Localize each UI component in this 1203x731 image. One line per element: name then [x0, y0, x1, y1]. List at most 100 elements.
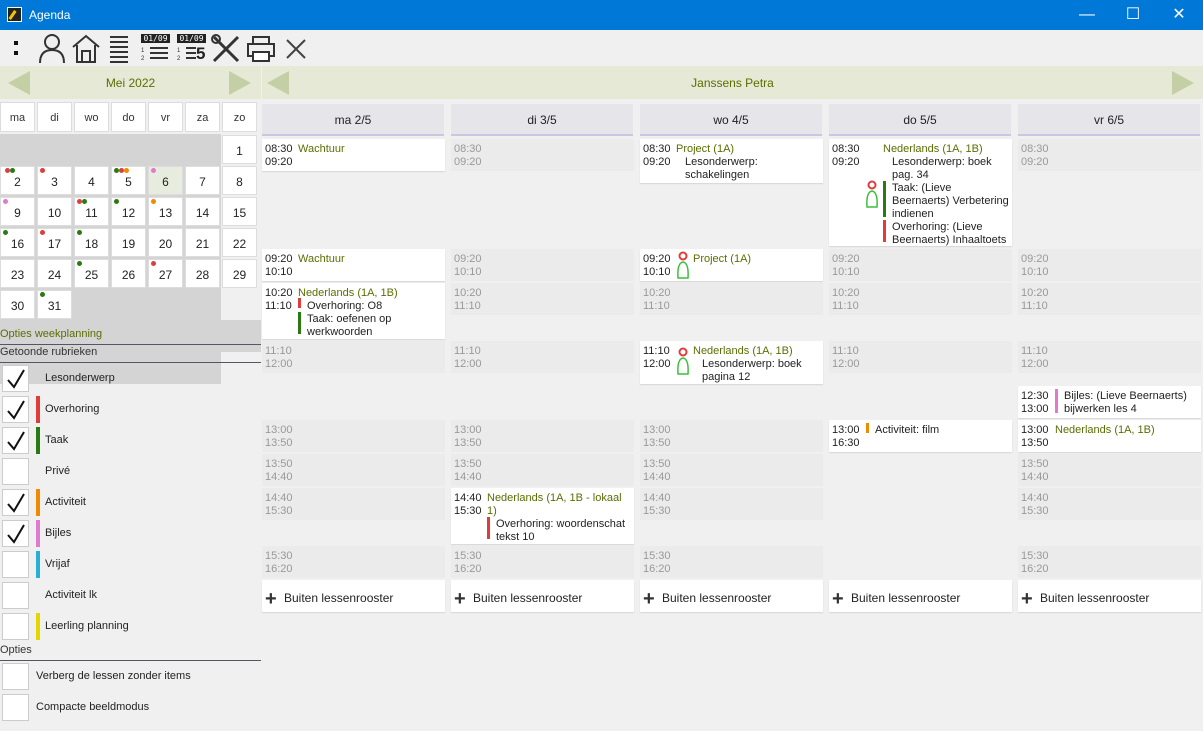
- calendar-day[interactable]: 4: [74, 166, 109, 195]
- calendar-day[interactable]: 1: [222, 135, 257, 164]
- close-icon[interactable]: [282, 33, 314, 63]
- next-week-button[interactable]: [1172, 71, 1194, 95]
- empty-slot[interactable]: 15:30 16:20: [640, 546, 823, 578]
- outside-schedule-button[interactable]: + Buiten lessenrooster: [262, 580, 445, 612]
- empty-slot[interactable]: 09:20 10:10: [451, 249, 634, 281]
- option-checkbox[interactable]: [2, 694, 29, 721]
- option-row-hide-empty[interactable]: Verberg de lessen zonder items: [0, 661, 261, 692]
- lesson-slot[interactable]: 14:40 15:30 Nederlands (1A, 1B - lokaal …: [451, 488, 634, 544]
- empty-slot[interactable]: 15:30 16:20: [262, 546, 445, 578]
- calendar-day-selected[interactable]: 6: [148, 166, 183, 195]
- empty-slot[interactable]: 09:20 10:10: [829, 249, 1012, 281]
- calendar-day[interactable]: 10: [37, 197, 72, 226]
- calendar-day[interactable]: 18: [74, 228, 109, 257]
- empty-slot[interactable]: 10:20 11:10: [1018, 283, 1201, 315]
- home-icon[interactable]: [70, 33, 102, 63]
- empty-slot[interactable]: 13:50 14:40: [262, 454, 445, 486]
- empty-slot[interactable]: 13:50 14:40: [640, 454, 823, 486]
- lesson-slot[interactable]: 10:20 11:10 Nederlands (1A, 1B) Overhori…: [262, 283, 445, 339]
- calendar-day[interactable]: 15: [222, 197, 257, 226]
- lesson-slot[interactable]: 11:10 12:00 Nederlands (1A, 1B) Lesonder…: [640, 341, 823, 384]
- empty-slot[interactable]: 09:20 10:10: [1018, 249, 1201, 281]
- empty-slot[interactable]: 10:20 11:10: [640, 283, 823, 315]
- category-checkbox[interactable]: [2, 365, 29, 392]
- calendar-day[interactable]: 30: [0, 290, 35, 319]
- lesson-slot[interactable]: 08:30 09:20 Nederlands (1A, 1B) Lesonder…: [829, 139, 1012, 246]
- lesson-slot[interactable]: 09:20 10:10 Project (1A): [640, 249, 823, 281]
- calendar-day[interactable]: 23: [0, 259, 35, 288]
- lesson-slot[interactable]: 08:30 09:20 Project (1A) Lesonderwerp: s…: [640, 139, 823, 183]
- calendar-day[interactable]: 21: [185, 228, 220, 257]
- calendar-day[interactable]: 13: [148, 197, 183, 226]
- calendar-day[interactable]: 22: [222, 228, 257, 257]
- calendar-day[interactable]: 3: [37, 166, 72, 195]
- option-checkbox[interactable]: [2, 663, 29, 690]
- category-checkbox[interactable]: [2, 582, 29, 609]
- category-row-prive[interactable]: Privé: [0, 456, 261, 487]
- empty-slot[interactable]: 13:00 13:50: [640, 420, 823, 452]
- list-icon[interactable]: [104, 33, 136, 63]
- calendar-day[interactable]: 25: [74, 259, 109, 288]
- prev-month-button[interactable]: [8, 71, 30, 95]
- empty-slot[interactable]: 13:00 13:50: [451, 420, 634, 452]
- empty-slot[interactable]: 14:40 15:30: [262, 488, 445, 520]
- lesson-slot[interactable]: 13:00 13:50 Nederlands (1A, 1B): [1018, 420, 1201, 452]
- outside-schedule-button[interactable]: + Buiten lessenrooster: [829, 580, 1012, 612]
- outside-schedule-button[interactable]: + Buiten lessenrooster: [451, 580, 634, 612]
- calendar-day[interactable]: 20: [148, 228, 183, 257]
- lesson-slot[interactable]: 08:30 09:20 Wachtuur: [262, 139, 445, 171]
- empty-slot[interactable]: 11:10 12:00: [829, 341, 1012, 373]
- outside-schedule-button[interactable]: + Buiten lessenrooster: [1018, 580, 1201, 612]
- empty-slot[interactable]: 13:50 14:40: [1018, 454, 1201, 486]
- category-row-taak[interactable]: Taak: [0, 425, 261, 456]
- empty-slot[interactable]: 08:30 09:20: [1018, 139, 1201, 171]
- empty-slot[interactable]: 10:20 11:10: [451, 283, 634, 315]
- calendar-day[interactable]: 31: [37, 290, 72, 319]
- calendar-day[interactable]: 24: [37, 259, 72, 288]
- calendar-day[interactable]: 8: [222, 166, 257, 195]
- option-row-compact[interactable]: Compacte beeldmodus: [0, 692, 261, 723]
- day-list-icon[interactable]: 01/09 12: [140, 33, 172, 63]
- empty-slot[interactable]: 14:40 15:30: [1018, 488, 1201, 520]
- next-month-button[interactable]: [229, 71, 251, 95]
- calendar-day[interactable]: 11: [74, 197, 109, 226]
- calendar-day[interactable]: 12: [111, 197, 146, 226]
- empty-slot[interactable]: 15:30 16:20: [1018, 546, 1201, 578]
- calendar-day[interactable]: 9: [0, 197, 35, 226]
- calendar-day[interactable]: 14: [185, 197, 220, 226]
- calendar-day[interactable]: 26: [111, 259, 146, 288]
- empty-slot[interactable]: 13:50 14:40: [451, 454, 634, 486]
- category-checkbox[interactable]: [2, 551, 29, 578]
- category-row-activiteit-lk[interactable]: Activiteit lk: [0, 580, 261, 611]
- empty-slot[interactable]: 14:40 15:30: [640, 488, 823, 520]
- prev-week-button[interactable]: [267, 71, 289, 95]
- category-checkbox[interactable]: [2, 458, 29, 485]
- tutoring-slot[interactable]: 12:30 13:00 Bijles: (Lieve Beernaerts) b…: [1018, 386, 1201, 418]
- empty-slot[interactable]: 11:10 12:00: [451, 341, 634, 373]
- calendar-day[interactable]: 29: [222, 259, 257, 288]
- calendar-day[interactable]: 28: [185, 259, 220, 288]
- calendar-day[interactable]: 17: [37, 228, 72, 257]
- empty-slot[interactable]: 11:10 12:00: [1018, 341, 1201, 373]
- maximize-button[interactable]: ☐: [1110, 0, 1156, 30]
- menu-dots-icon[interactable]: [4, 33, 26, 63]
- calendar-day[interactable]: 2: [0, 166, 35, 195]
- empty-slot[interactable]: 13:00 13:50: [262, 420, 445, 452]
- category-checkbox[interactable]: [2, 520, 29, 547]
- category-row-lesonderwerp[interactable]: Lesonderwerp: [0, 363, 261, 394]
- calendar-day[interactable]: 16: [0, 228, 35, 257]
- tools-icon[interactable]: [210, 33, 242, 63]
- minimize-button[interactable]: —: [1064, 0, 1110, 30]
- close-window-button[interactable]: ✕: [1156, 0, 1202, 30]
- category-row-bijles[interactable]: Bijles: [0, 518, 261, 549]
- empty-slot[interactable]: 15:30 16:20: [451, 546, 634, 578]
- outside-schedule-button[interactable]: + Buiten lessenrooster: [640, 580, 823, 612]
- category-checkbox[interactable]: [2, 489, 29, 516]
- lesson-slot[interactable]: 09:20 10:10 Wachtuur: [262, 249, 445, 281]
- category-row-overhoring[interactable]: Overhoring: [0, 394, 261, 425]
- person-icon[interactable]: [36, 33, 68, 64]
- calendar-day[interactable]: 19: [111, 228, 146, 257]
- category-row-leerling-planning[interactable]: Leerling planning: [0, 611, 261, 642]
- empty-slot[interactable]: 11:10 12:00: [262, 341, 445, 373]
- category-checkbox[interactable]: [2, 613, 29, 640]
